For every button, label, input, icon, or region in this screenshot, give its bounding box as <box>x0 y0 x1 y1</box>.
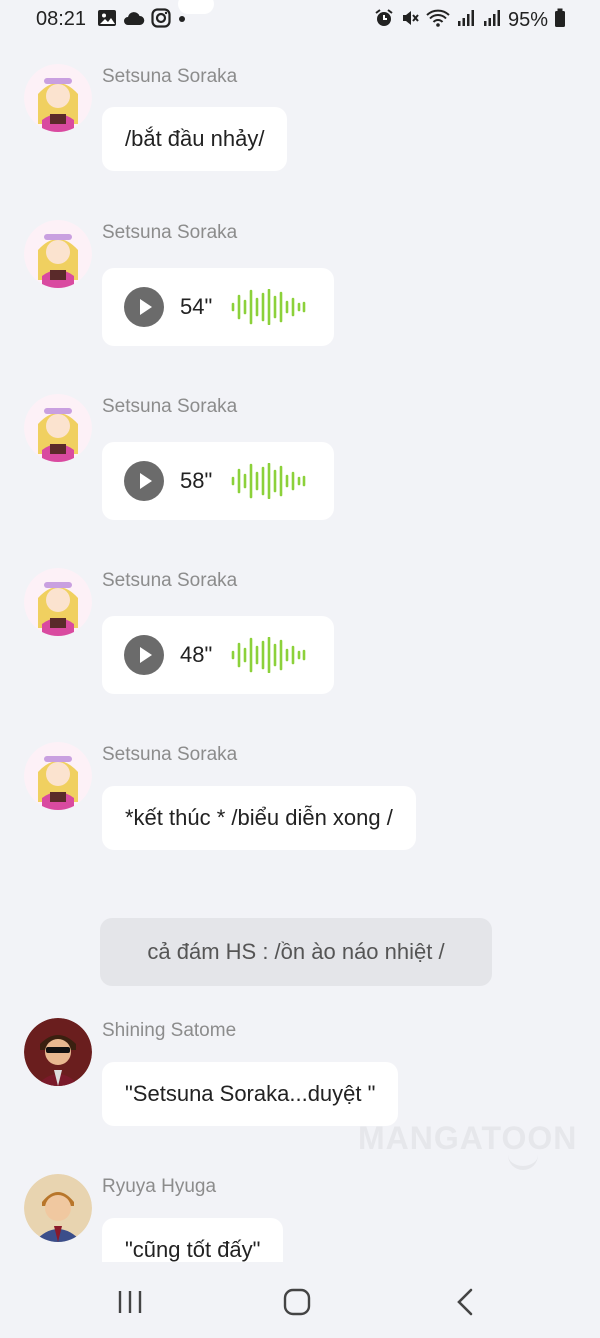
wifi-icon <box>426 8 450 33</box>
cloud-icon <box>123 10 145 31</box>
waveform-icon <box>231 637 306 673</box>
narration-bubble[interactable]: cả đám HS : /ồn ào náo nhiệt / <box>100 918 492 986</box>
message-bubble[interactable]: *kết thúc * /biểu diễn xong / <box>102 786 416 850</box>
sender-name: Setsuna Soraka <box>102 744 238 765</box>
voice-duration: 54" <box>180 294 213 319</box>
mangatoon-watermark: MANGATOON <box>358 1120 578 1156</box>
voice-message[interactable]: 54" <box>102 268 334 346</box>
voice-message[interactable]: 58" <box>102 442 334 520</box>
sender-name: Setsuna Soraka <box>102 222 238 243</box>
voice-duration: 48" <box>180 642 213 667</box>
back-button[interactable] <box>436 1282 496 1322</box>
sender-name: Setsuna Soraka <box>102 570 238 591</box>
navigation-bar <box>0 1262 600 1338</box>
sender-name: Setsuna Soraka <box>102 66 238 87</box>
gallery-icon <box>97 8 117 33</box>
recent-apps-icon <box>118 1291 142 1313</box>
battery-percent: 95% <box>507 8 548 31</box>
voice-duration: 58" <box>180 468 213 493</box>
home-button[interactable] <box>267 1282 327 1322</box>
recent-apps-button[interactable] <box>100 1282 160 1322</box>
instagram-icon <box>151 7 171 33</box>
dot-icon <box>177 11 187 29</box>
voice-message[interactable]: 48" <box>102 616 334 694</box>
waveform-icon <box>231 463 306 499</box>
avatar-setsuna[interactable] <box>24 742 92 810</box>
play-button[interactable] <box>124 287 164 327</box>
signal-icon <box>482 8 502 33</box>
watermark-smile-icon <box>508 1152 538 1170</box>
avatar-ryuya-hyuga[interactable] <box>24 1174 92 1242</box>
play-icon <box>140 647 152 663</box>
avatar-setsuna[interactable] <box>24 220 92 288</box>
sender-name: Setsuna Soraka <box>102 396 238 417</box>
system-icons: 95% <box>374 8 566 32</box>
back-icon <box>457 1288 473 1316</box>
waveform-icon <box>231 289 306 325</box>
avatar-shining-satome[interactable] <box>24 1018 92 1086</box>
signal-icon <box>456 8 476 33</box>
status-time: 08:21 <box>36 8 87 30</box>
message-bubble[interactable]: "Setsuna Soraka...duyệt " <box>102 1062 399 1126</box>
mute-icon <box>400 8 420 33</box>
battery-icon <box>554 8 566 33</box>
message-bubble[interactable]: /bắt đầu nhảy/ <box>102 107 288 171</box>
sender-name: Ryuya Hyuga <box>102 1176 217 1197</box>
avatar-setsuna[interactable] <box>24 394 92 462</box>
alarm-icon <box>374 8 394 33</box>
play-button[interactable] <box>124 461 164 501</box>
notification-icons <box>97 7 187 33</box>
avatar-setsuna[interactable] <box>24 568 92 636</box>
home-icon <box>283 1288 311 1316</box>
sender-name: Shining Satome <box>102 1020 237 1041</box>
status-bar: 08:21 95% <box>0 0 600 40</box>
play-icon <box>140 299 152 315</box>
play-icon <box>140 473 152 489</box>
play-button[interactable] <box>124 635 164 675</box>
avatar-setsuna[interactable] <box>24 64 92 132</box>
